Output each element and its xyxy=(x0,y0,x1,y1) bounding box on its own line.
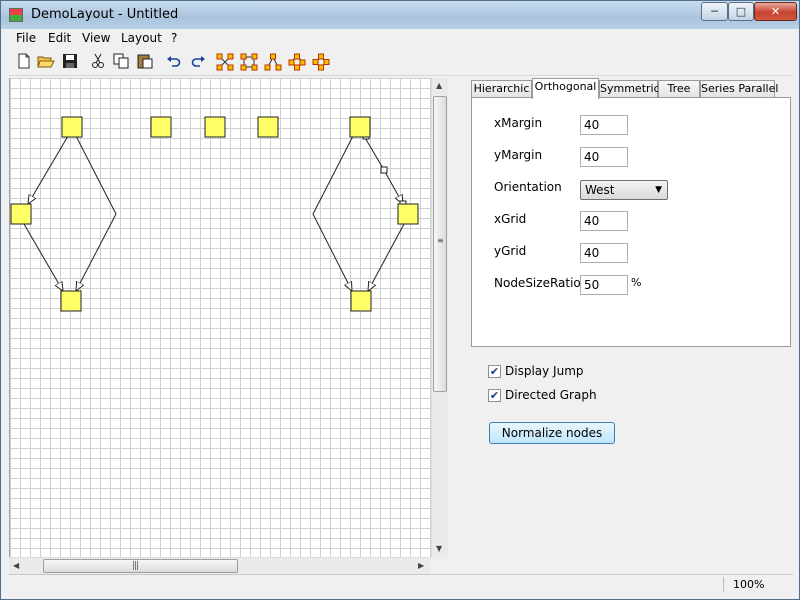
redo-icon[interactable] xyxy=(189,53,207,71)
new-file-icon[interactable] xyxy=(15,53,33,71)
tab-tree[interactable]: Tree xyxy=(658,80,700,98)
graph-node[interactable] xyxy=(10,203,32,225)
layout-hierarchic-icon[interactable] xyxy=(216,53,234,71)
save-icon[interactable] xyxy=(61,53,79,71)
minimize-button[interactable]: ─ xyxy=(701,2,728,21)
ymargin-input[interactable]: 40 xyxy=(580,147,628,167)
tab-orthogonal[interactable]: Orthogonal xyxy=(532,78,599,99)
scroll-left-arrow-icon[interactable]: ◀ xyxy=(13,561,19,570)
layout-symmetric-icon[interactable] xyxy=(288,53,306,71)
vertical-scroll-thumb[interactable]: ≡ xyxy=(433,96,447,392)
graph-node[interactable] xyxy=(350,290,372,312)
orientation-label: Orientation xyxy=(494,180,562,194)
graph-node[interactable] xyxy=(150,116,172,138)
edge[interactable] xyxy=(368,223,405,291)
copy-icon[interactable] xyxy=(112,53,130,71)
menu-file[interactable]: File xyxy=(16,31,36,45)
xgrid-input[interactable]: 40 xyxy=(580,211,628,231)
orientation-value: West xyxy=(585,183,615,197)
grip-icon: ≡ xyxy=(437,236,444,245)
status-bar: 100% xyxy=(9,574,793,594)
menu-layout[interactable]: Layout xyxy=(121,31,162,45)
scroll-up-arrow-icon[interactable]: ▲ xyxy=(436,81,442,90)
display-jump-checkbox[interactable]: ✔ xyxy=(488,365,501,378)
chevron-down-icon: ▼ xyxy=(655,185,662,195)
ygrid-label: yGrid xyxy=(494,244,527,258)
orthogonal-panel: xMargin 40 yMargin 40 Orientation West ▼… xyxy=(471,97,791,347)
undo-icon[interactable] xyxy=(165,53,183,71)
close-button[interactable]: ✕ xyxy=(754,2,797,21)
layout-series-parallel-icon[interactable] xyxy=(312,53,330,71)
app-icon xyxy=(9,8,23,22)
bend-handle[interactable] xyxy=(380,166,388,174)
graph-node[interactable] xyxy=(61,116,83,138)
edge[interactable] xyxy=(312,135,354,291)
orientation-select[interactable]: West ▼ xyxy=(580,180,668,200)
layout-tree-icon[interactable] xyxy=(264,53,282,71)
diagram-canvas[interactable] xyxy=(9,78,431,557)
vertical-scrollbar[interactable]: ▲ ≡ ▼ xyxy=(431,78,448,557)
app-window: DemoLayout - Untitled ─ □ ✕ File Edit Vi… xyxy=(0,0,800,600)
graph-node[interactable] xyxy=(60,290,82,312)
diagram-drawing xyxy=(10,116,419,312)
menu-help[interactable]: ? xyxy=(171,31,177,45)
paste-icon[interactable] xyxy=(136,53,154,71)
scroll-right-arrow-icon[interactable]: ▶ xyxy=(418,561,424,570)
xmargin-input[interactable]: 40 xyxy=(580,115,628,135)
xmargin-label: xMargin xyxy=(494,116,543,130)
tab-hierarchic[interactable]: Hierarchic xyxy=(471,80,532,98)
layout-tabs: Hierarchic Orthogonal Symmetric Tree Ser… xyxy=(471,78,793,99)
status-separator xyxy=(723,577,724,592)
horizontal-scroll-thumb[interactable]: ||| xyxy=(43,559,238,573)
edge[interactable] xyxy=(23,223,63,291)
percent-label: % xyxy=(631,276,642,289)
ymargin-label: yMargin xyxy=(494,148,543,162)
toolbar xyxy=(9,49,793,76)
maximize-button[interactable]: □ xyxy=(728,2,754,21)
title-bar[interactable]: DemoLayout - Untitled ─ □ ✕ xyxy=(1,1,799,29)
display-jump-label[interactable]: Display Jump xyxy=(505,364,584,378)
xgrid-label: xGrid xyxy=(494,212,527,226)
open-folder-icon[interactable] xyxy=(37,53,55,71)
edge[interactable] xyxy=(28,135,69,204)
directed-graph-label[interactable]: Directed Graph xyxy=(505,388,597,402)
ygrid-input[interactable]: 40 xyxy=(580,243,628,263)
graph-node[interactable] xyxy=(257,116,279,138)
node-size-ratio-label: NodeSizeRatio xyxy=(494,276,581,290)
menu-view[interactable]: View xyxy=(82,31,110,45)
menu-edit[interactable]: Edit xyxy=(48,31,71,45)
graph-node[interactable] xyxy=(349,116,371,138)
tab-symmetric[interactable]: Symmetric xyxy=(599,80,660,98)
horizontal-scrollbar[interactable]: ◀ ||| ▶ xyxy=(9,557,431,574)
normalize-nodes-button[interactable]: Normalize nodes xyxy=(489,422,615,444)
node-size-ratio-input[interactable]: 50 xyxy=(580,275,628,295)
window-title: DemoLayout - Untitled xyxy=(31,7,179,22)
scroll-down-arrow-icon[interactable]: ▼ xyxy=(436,544,442,553)
layout-orthogonal-icon[interactable] xyxy=(240,53,258,71)
graph-node[interactable] xyxy=(397,203,419,225)
edge[interactable] xyxy=(76,135,117,291)
grip-icon: ||| xyxy=(132,561,139,571)
graph-node[interactable] xyxy=(204,116,226,138)
cut-icon[interactable] xyxy=(89,53,107,71)
tab-series-parallel[interactable]: Series Parallel xyxy=(700,80,778,98)
menu-bar: File Edit View Layout ? xyxy=(9,29,793,49)
zoom-level: 100% xyxy=(733,578,765,591)
directed-graph-checkbox[interactable]: ✔ xyxy=(488,389,501,402)
